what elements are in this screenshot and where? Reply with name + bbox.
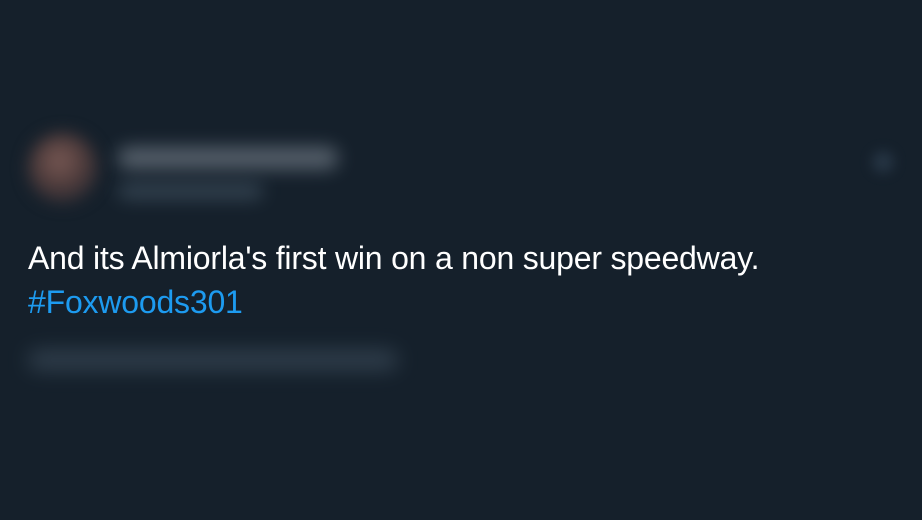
tweet-card: And its Almiorla's first win on a non su… bbox=[0, 0, 922, 520]
tweet-header bbox=[24, 125, 898, 215]
avatar[interactable] bbox=[28, 133, 98, 203]
tweet-metadata-blurred bbox=[28, 350, 398, 370]
tweet-text: And its Almiorla's first win on a non su… bbox=[28, 240, 760, 276]
more-options-icon[interactable] bbox=[872, 151, 894, 173]
display-name-blurred[interactable] bbox=[118, 147, 338, 169]
user-handle-blurred[interactable] bbox=[118, 183, 263, 199]
tweet-body: And its Almiorla's first win on a non su… bbox=[28, 236, 898, 324]
hashtag-link[interactable]: #Foxwoods301 bbox=[28, 280, 243, 324]
